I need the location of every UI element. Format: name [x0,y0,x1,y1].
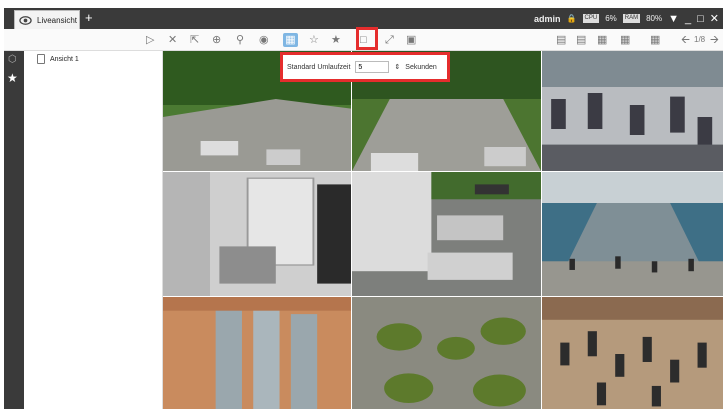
camera-tile[interactable] [542,297,723,409]
fullscreen-icon[interactable]: ⤢ [385,33,394,47]
cpu-icon: CPU [582,14,600,23]
close-button[interactable]: ✕ [710,12,719,25]
cpu-value: 6% [605,14,617,23]
close-all-icon[interactable]: ✕ [168,33,177,47]
tab-label: Liveansicht [37,15,78,25]
layout-custom-icon[interactable]: ▦ [650,33,660,47]
memory-icon: RAM [622,14,641,23]
eye-icon [19,15,32,25]
zoom-icon[interactable]: ⊕ [212,33,221,47]
eye-toolbar-icon[interactable]: ◉ [259,33,269,47]
tab-liveansicht[interactable]: Liveansicht [14,10,80,29]
lock-icon[interactable]: 🔒 [567,14,577,23]
camera-tile[interactable] [163,172,351,296]
username: admin [534,13,561,24]
tree-item-ansicht-1[interactable]: Ansicht 1 [37,54,79,64]
camera-list-icon[interactable]: ⬡ [8,54,17,65]
rotation-time-unit: Sekunden [405,63,437,71]
camera-tile[interactable] [352,297,541,409]
maximize-button[interactable]: □ [697,13,704,25]
image-icon[interactable]: ▦ [283,33,298,47]
view-tree: Ansicht 1 [24,51,163,409]
camera-tile[interactable] [352,172,541,296]
tree-item-label: Ansicht 1 [50,55,79,63]
page-indicator: 1/8 [694,35,706,44]
layout-4-icon[interactable]: ▦ [620,33,630,47]
favorites-star-icon[interactable]: ★ [7,71,18,85]
minimize-button[interactable]: _ [685,13,691,25]
menu-icon[interactable]: ▼ [668,13,679,25]
star-add-icon[interactable]: ★ [331,33,341,47]
play-icon[interactable]: ▷ [146,33,154,47]
rotation-time-label: Standard Umlaufzeit [287,63,351,71]
rotation-time-input[interactable] [355,61,390,73]
cursor-icon[interactable]: ⇱ [190,33,199,47]
view-icon [37,54,45,64]
add-tab-button[interactable]: + [85,10,93,25]
system-info: admin 🔒 CPU 6% RAM 80% ▼ _ □ ✕ [534,12,719,26]
layout-1-icon[interactable]: ▤ [556,33,566,47]
mem-value: 80% [646,14,663,23]
title-bar: Liveansicht + admin 🔒 CPU 6% RAM 80% ▼ _… [4,8,723,29]
layout-3-icon[interactable]: ▦ [597,33,607,47]
camera-tile[interactable] [163,297,351,409]
next-page-icon[interactable]: 🡪 [710,33,719,47]
window-dropdown-icon[interactable]: ▣ [406,33,416,47]
rotation-time-popup: Standard Umlaufzeit ⇕ Sekunden [280,52,450,82]
camera-tile[interactable] [542,172,723,296]
camera-grid [163,51,723,409]
camera-tile[interactable] [542,51,723,171]
sequence-highlight [356,27,378,50]
stepper-icon[interactable]: ⇕ [394,63,400,71]
layout-2-icon[interactable]: ▤ [576,33,586,47]
prev-page-icon[interactable]: 🡨 [681,33,690,47]
star-icon[interactable]: ☆ [309,33,319,47]
user-location-icon[interactable]: ⚲ [236,33,244,47]
left-sidebar: ⬡ ★ [4,51,24,409]
